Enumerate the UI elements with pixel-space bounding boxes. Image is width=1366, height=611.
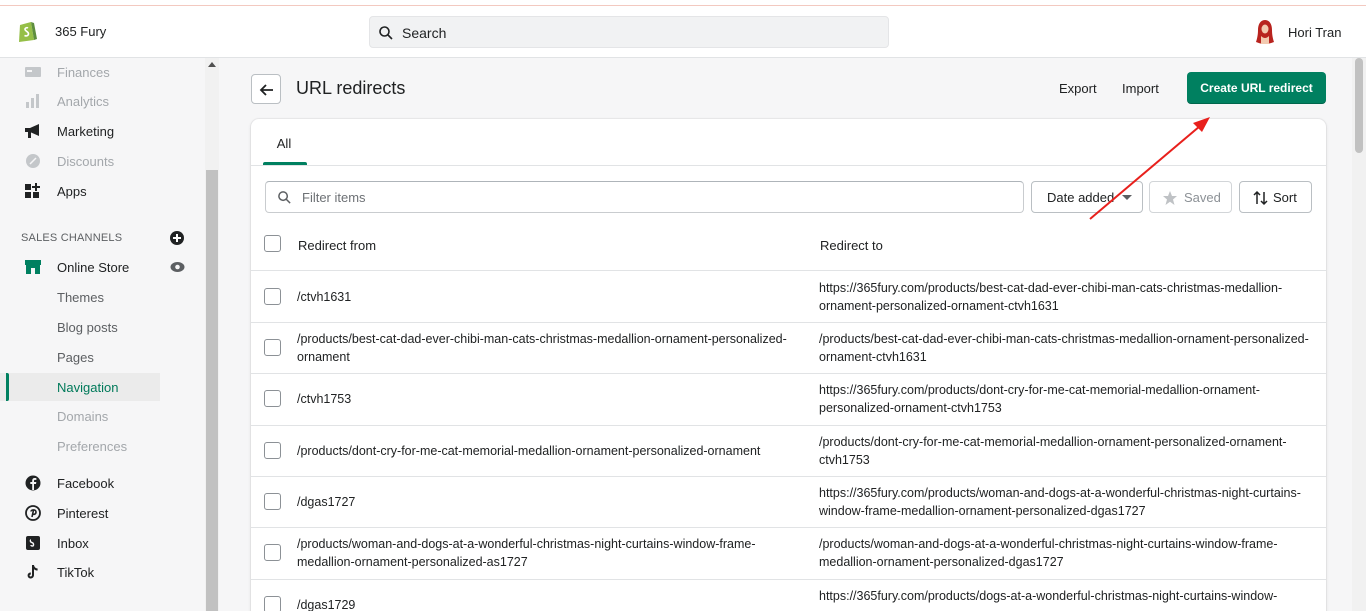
caret-down-icon bbox=[1122, 195, 1132, 200]
add-channel-icon[interactable] bbox=[170, 231, 184, 245]
search-icon bbox=[278, 191, 291, 204]
top-bar: 365 Fury Search Hori Tran bbox=[0, 6, 1366, 58]
store-name[interactable]: 365 Fury bbox=[55, 24, 106, 39]
sidebar-item-discounts[interactable]: Discounts bbox=[0, 147, 160, 175]
user-name[interactable]: Hori Tran bbox=[1288, 25, 1341, 40]
search-input[interactable]: Search bbox=[369, 16, 889, 48]
bank-icon bbox=[25, 67, 41, 77]
redirect-from-cell: /ctvh1753 bbox=[297, 392, 352, 406]
tab-divider bbox=[251, 165, 1326, 166]
redirects-card: All Filter items Date added Saved Sort R… bbox=[251, 119, 1326, 611]
filter-input[interactable]: Filter items bbox=[265, 181, 1024, 213]
eye-icon[interactable] bbox=[170, 261, 185, 273]
redirect-to-cell: /products/woman-and-dogs-at-a-wonderful-… bbox=[819, 537, 1278, 569]
sidebar-item-tiktok[interactable]: TikTok bbox=[0, 558, 160, 586]
search-icon bbox=[379, 26, 393, 40]
row-divider bbox=[251, 579, 1326, 580]
create-url-redirect-button[interactable]: Create URL redirect bbox=[1187, 72, 1326, 104]
redirect-to-cell: /products/dont-cry-for-me-cat-memorial-m… bbox=[819, 435, 1287, 467]
sort-icon bbox=[1253, 190, 1268, 206]
redirect-from-cell: /dgas1727 bbox=[297, 495, 356, 509]
redirect-from-cell: /products/woman-and-dogs-at-a-wonderful-… bbox=[297, 537, 756, 569]
row-checkbox[interactable] bbox=[264, 544, 281, 561]
row-checkbox[interactable] bbox=[264, 442, 281, 459]
redirect-from-cell: /products/best-cat-dad-ever-chibi-man-ca… bbox=[297, 332, 787, 364]
scroll-up-arrow-icon[interactable] bbox=[208, 62, 216, 67]
tab-all[interactable]: All bbox=[261, 119, 307, 165]
row-checkbox[interactable] bbox=[264, 339, 281, 356]
row-checkbox[interactable] bbox=[264, 596, 281, 611]
import-button[interactable]: Import bbox=[1122, 81, 1159, 96]
sidebar-item-navigation[interactable]: Navigation bbox=[0, 373, 160, 401]
avatar[interactable] bbox=[1255, 19, 1275, 45]
sidebar-item-finances[interactable]: Finances bbox=[0, 58, 160, 86]
megaphone-icon bbox=[25, 124, 39, 138]
page-title: URL redirects bbox=[296, 78, 406, 98]
sort-button[interactable]: Sort bbox=[1239, 181, 1312, 213]
inbox-icon bbox=[26, 536, 40, 550]
export-button[interactable]: Export bbox=[1059, 81, 1097, 96]
shopify-logo-icon[interactable] bbox=[16, 19, 38, 43]
row-divider bbox=[251, 476, 1326, 477]
sidebar-item-analytics[interactable]: Analytics bbox=[0, 87, 160, 115]
row-divider bbox=[251, 322, 1326, 323]
redirect-to-cell: https://365fury.com/products/dogs-at-a-w… bbox=[819, 589, 1278, 603]
back-button[interactable] bbox=[251, 74, 281, 104]
redirect-to-cell: https://365fury.com/products/best-cat-da… bbox=[819, 281, 1283, 313]
sidebar-item-inbox[interactable]: Inbox bbox=[0, 529, 160, 557]
redirect-to-cell: https://365fury.com/products/woman-and-d… bbox=[819, 486, 1301, 518]
tiktok-icon bbox=[27, 565, 38, 579]
redirect-to-cell: /products/best-cat-dad-ever-chibi-man-ca… bbox=[819, 332, 1309, 364]
sidebar-item-preferences[interactable]: Preferences bbox=[0, 432, 160, 460]
sidebar-scroll-thumb[interactable] bbox=[206, 170, 218, 611]
page-scrollbar[interactable] bbox=[1352, 58, 1366, 611]
apps-icon bbox=[25, 183, 40, 198]
redirect-to-cell: https://365fury.com/products/dont-cry-fo… bbox=[819, 383, 1260, 415]
row-divider bbox=[251, 425, 1326, 426]
facebook-icon bbox=[25, 475, 41, 491]
column-header-redirect-from: Redirect from bbox=[298, 238, 377, 253]
date-added-dropdown[interactable]: Date added bbox=[1031, 181, 1143, 213]
star-icon bbox=[1163, 191, 1177, 205]
row-divider bbox=[251, 527, 1326, 528]
discount-icon bbox=[26, 154, 40, 168]
bar-chart-icon bbox=[26, 94, 39, 108]
row-divider bbox=[251, 373, 1326, 374]
sidebar-item-pages[interactable]: Pages bbox=[0, 343, 160, 371]
row-checkbox[interactable] bbox=[264, 288, 281, 305]
row-checkbox[interactable] bbox=[264, 390, 281, 407]
sidebar: Finances Analytics Marketing Discounts A… bbox=[0, 58, 220, 611]
arrow-left-icon bbox=[259, 84, 273, 96]
select-all-checkbox[interactable] bbox=[264, 235, 281, 252]
saved-button[interactable]: Saved bbox=[1149, 181, 1232, 213]
sidebar-item-marketing[interactable]: Marketing bbox=[0, 117, 160, 145]
redirect-from-cell: /dgas1729 bbox=[297, 598, 356, 611]
pinterest-icon bbox=[25, 505, 41, 521]
store-icon bbox=[25, 260, 41, 274]
sidebar-item-themes[interactable]: Themes bbox=[0, 283, 160, 311]
row-checkbox[interactable] bbox=[264, 493, 281, 510]
sales-channels-heading: SALES CHANNELS bbox=[21, 232, 123, 244]
sidebar-item-domains[interactable]: Domains bbox=[0, 402, 160, 430]
sidebar-item-facebook[interactable]: Facebook bbox=[0, 469, 160, 497]
redirect-from-cell: /products/dont-cry-for-me-cat-memorial-m… bbox=[297, 444, 761, 458]
sidebar-item-blog-posts[interactable]: Blog posts bbox=[0, 313, 160, 341]
page-scroll-thumb[interactable] bbox=[1355, 58, 1363, 153]
search-placeholder: Search bbox=[402, 25, 447, 41]
redirect-from-cell: /ctvh1631 bbox=[297, 290, 352, 304]
sidebar-scrollbar[interactable] bbox=[205, 58, 219, 611]
sidebar-item-apps[interactable]: Apps bbox=[0, 177, 160, 205]
sidebar-item-online-store[interactable]: Online Store bbox=[0, 253, 160, 281]
sidebar-item-pinterest[interactable]: Pinterest bbox=[0, 499, 160, 527]
column-header-redirect-to: Redirect to bbox=[820, 238, 883, 253]
row-divider bbox=[251, 270, 1326, 271]
active-indicator bbox=[6, 373, 9, 401]
